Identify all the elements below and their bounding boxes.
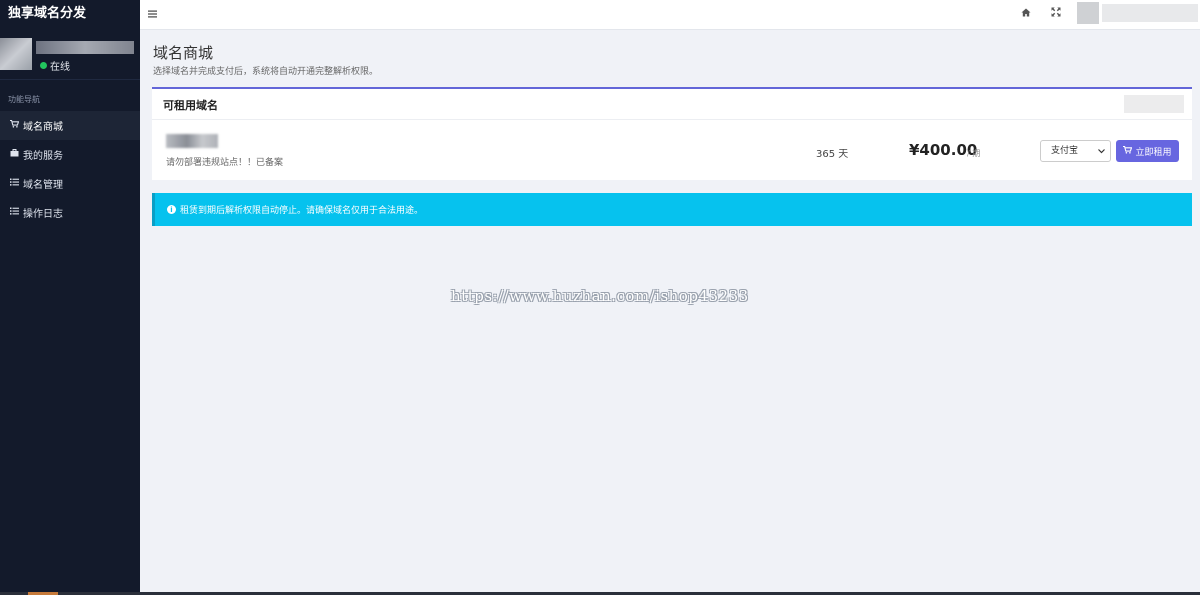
alert-text: 租赁到期后解析权限自动停止。请确保域名仅用于合法用途。 xyxy=(180,206,424,216)
card-tool-redacted xyxy=(1124,95,1184,113)
sidebar-item-label: 我的服务 xyxy=(23,151,63,162)
brand-title[interactable]: 独享域名分发 xyxy=(0,0,140,28)
sidebar-item-label: 域名管理 xyxy=(23,180,63,191)
sidebar-item-operation-log[interactable]: 操作日志 xyxy=(0,198,140,227)
card-title: 可租用域名 xyxy=(163,99,218,112)
watermark: https://www.huzhan.com/ishop43233 xyxy=(451,287,749,305)
sidebar-item-label: 域名商城 xyxy=(23,122,63,133)
sidebar-item-label: 操作日志 xyxy=(23,209,63,220)
sidebar: 独享域名分发 在线 功能导航 域名商城 我的服务 域名管理 操作日志 xyxy=(0,0,140,595)
user-panel: 在线 xyxy=(0,28,140,80)
chevron-down-icon xyxy=(1098,141,1105,169)
page-subtitle: 选择域名并完成支付后，系统将自动开通完整解析权限。 xyxy=(153,67,379,77)
online-status: 在线 xyxy=(40,58,70,73)
domain-note: 请勿部署违规站点！！已备案 xyxy=(166,158,284,168)
price-unit: / 期 xyxy=(967,149,981,158)
username-redacted xyxy=(36,41,134,54)
cart-icon xyxy=(1123,145,1133,157)
home-icon[interactable] xyxy=(1021,8,1031,20)
payment-method-select[interactable]: 支付宝 xyxy=(1040,140,1111,162)
payment-method-value: 支付宝 xyxy=(1051,146,1079,156)
avatar xyxy=(0,38,32,70)
page-title: 域名商城 xyxy=(153,44,214,62)
domain-name-redacted xyxy=(166,134,218,148)
list-icon xyxy=(9,207,19,218)
sidebar-item-my-services[interactable]: 我的服务 xyxy=(0,140,140,169)
list-icon xyxy=(9,178,19,189)
status-label: 在线 xyxy=(50,62,70,73)
menu-icon[interactable] xyxy=(148,7,157,21)
top-navbar xyxy=(140,0,1200,30)
card-header: 可租用域名 xyxy=(152,89,1192,120)
top-username-redacted[interactable] xyxy=(1102,4,1198,22)
cart-icon xyxy=(9,119,19,131)
rental-period: 365 天 xyxy=(816,149,849,160)
expand-icon[interactable] xyxy=(1051,7,1061,20)
sidebar-item-domain-management[interactable]: 域名管理 xyxy=(0,169,140,198)
online-dot-icon xyxy=(40,62,47,69)
info-alert: i 租赁到期后解析权限自动停止。请确保域名仅用于合法用途。 xyxy=(152,193,1192,226)
briefcase-icon xyxy=(9,149,19,160)
available-domains-card: 可租用域名 请勿部署违规站点！！已备案 365 天 ¥400.00 / 期 支付… xyxy=(152,87,1192,180)
info-icon: i xyxy=(167,205,176,214)
sidebar-item-domain-shop[interactable]: 域名商城 xyxy=(0,111,140,140)
rent-now-label: 立即租用 xyxy=(1135,147,1172,158)
rent-now-button[interactable]: 立即租用 xyxy=(1116,140,1179,162)
nav-header: 功能导航 xyxy=(8,95,40,104)
top-avatar[interactable] xyxy=(1077,2,1099,24)
